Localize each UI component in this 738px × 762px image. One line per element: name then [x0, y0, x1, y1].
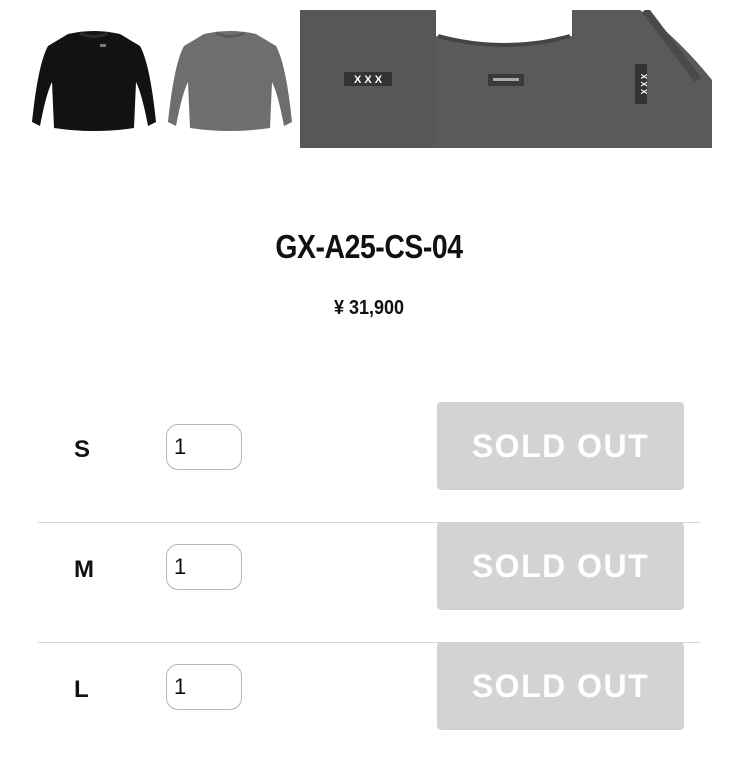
thumbnail-black-sweatshirt[interactable]	[30, 24, 158, 136]
sold-out-button[interactable]: SOLD OUT	[437, 522, 684, 610]
black-sweatshirt-image	[32, 31, 156, 131]
sweatshirt-detail-image: X X X X X X	[300, 10, 712, 148]
product-title: GX-A25-CS-04	[275, 228, 463, 265]
gray-sweatshirt-image	[168, 31, 292, 131]
product-price: ¥ 31,900	[333, 297, 405, 319]
size-label: S	[74, 436, 91, 463]
size-label: L	[74, 676, 89, 703]
product-gallery: X X X X X X	[0, 0, 738, 160]
quantity-input[interactable]	[166, 664, 242, 710]
size-row-l: L SOLD OUT	[38, 642, 700, 762]
thumbnail-sweatshirt-detail[interactable]: X X X X X X	[300, 10, 712, 148]
size-row-m: M SOLD OUT	[38, 522, 700, 643]
sold-out-button[interactable]: SOLD OUT	[437, 642, 684, 730]
thumbnail-gray-sweatshirt[interactable]	[166, 24, 294, 136]
size-label: M	[74, 556, 94, 583]
sold-out-button[interactable]: SOLD OUT	[437, 402, 684, 490]
quantity-input[interactable]	[166, 544, 242, 590]
tag-side-text: X X X	[639, 74, 648, 95]
quantity-input[interactable]	[166, 424, 242, 470]
size-row-s: S SOLD OUT	[38, 402, 700, 523]
tag-left-text: X X X	[354, 74, 383, 86]
